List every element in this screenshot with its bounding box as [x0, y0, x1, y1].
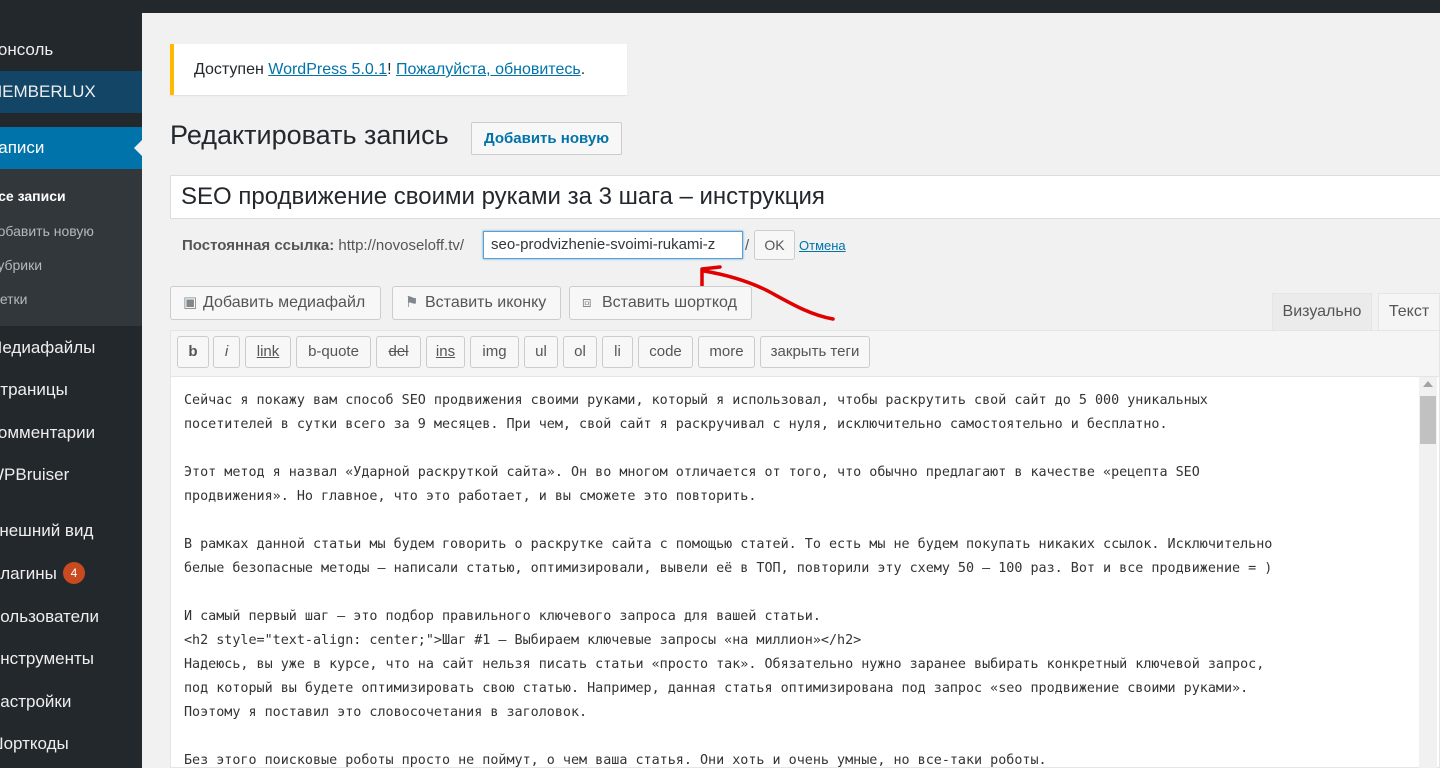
qt-ul-button[interactable]: ul — [524, 336, 558, 368]
content-editor[interactable]: Сейчас я покажу вам способ SEO продвижен… — [170, 376, 1440, 768]
editor-line: И самый первый шаг – это подбор правильн… — [184, 609, 821, 624]
menu-item-wpbruiser[interactable]: WPBruiser — [0, 454, 142, 496]
editor-line: посетителей в сутки всего за 9 месяцев. … — [184, 417, 1168, 432]
editor-content: Сейчас я покажу вам способ SEO продвижен… — [184, 389, 1409, 768]
post-title-input[interactable]: SEO продвижение своими руками за 3 шага … — [170, 175, 1440, 219]
menu-item-settings[interactable]: Настройки — [0, 681, 142, 723]
menu-label: Внешний вид — [0, 521, 94, 540]
menu-label: Комментарии — [0, 423, 96, 442]
submenu-label: Добавить новую — [0, 223, 94, 239]
button-label: Вставить иконку — [425, 294, 547, 311]
menu-item-users[interactable]: Пользователи — [0, 596, 142, 638]
notice-text: ! — [387, 61, 397, 78]
permalink-base-url: http://novoseloff.tv/ — [338, 237, 465, 254]
menu-label: WPBruiser — [0, 465, 70, 484]
qt-ol-button[interactable]: ol — [563, 336, 597, 368]
slug-cancel-link[interactable]: Отмена — [799, 236, 846, 256]
qt-img-button[interactable]: img — [470, 336, 519, 368]
editor-line: ​ — [184, 509, 1409, 533]
qt-code-button[interactable]: code — [638, 336, 693, 368]
submenu-add-new[interactable]: Добавить новую — [0, 214, 142, 248]
qt-li-button[interactable]: li — [602, 336, 633, 368]
menu-item-comments[interactable]: Комментарии — [0, 412, 142, 454]
menu-item-appearance[interactable]: Внешний вид — [0, 510, 142, 552]
button-label: Вставить шорткод — [602, 294, 737, 311]
update-count-badge: 4 — [62, 562, 85, 584]
submenu-label: Рубрики — [0, 257, 43, 273]
media-icon: ▣ — [183, 294, 198, 311]
add-new-post-button[interactable]: Добавить новую — [471, 122, 622, 155]
menu-label: Настройки — [0, 692, 72, 711]
menu-label: Пользователи — [0, 607, 99, 626]
button-label: Добавить медиафайл — [203, 294, 366, 311]
submenu-label: Все записи — [0, 188, 66, 204]
submenu-label: Метки — [0, 291, 28, 307]
menu-item-media[interactable]: Медиафайлы — [0, 327, 142, 369]
update-now-link[interactable]: Пожалуйста, обновитесь — [396, 61, 581, 78]
menu-item-tools[interactable]: Инструменты — [0, 638, 142, 680]
admin-sidebar: Консоль MEMBERLUX Записи Все записи Доба… — [0, 13, 142, 768]
editor-line: продвижения». Но главное, что это работа… — [184, 489, 757, 504]
notice-text: . — [580, 61, 586, 78]
qt-link-button[interactable]: link — [245, 336, 291, 368]
admin-bar — [0, 0, 1440, 13]
insert-icon-button[interactable]: ⚑ Вставить иконку — [392, 286, 561, 320]
qt-bquote-button[interactable]: b-quote — [296, 336, 371, 368]
submenu-tags[interactable]: Метки — [0, 282, 142, 316]
editor-line: ​ — [184, 581, 1409, 605]
menu-item-dashboard[interactable]: Консоль — [0, 29, 142, 71]
editor-line: Сейчас я покажу вам способ SEO продвижен… — [184, 393, 1208, 408]
menu-label: Шорткоды — [0, 734, 69, 753]
qt-close-tags-button[interactable]: закрыть теги — [760, 336, 870, 368]
menu-item-memberlux[interactable]: MEMBERLUX — [0, 71, 142, 113]
qt-del-button[interactable]: del — [376, 336, 421, 368]
menu-label: Плагины — [0, 564, 57, 583]
qt-more-button[interactable]: more — [698, 336, 755, 368]
flag-icon: ⚑ — [405, 294, 419, 311]
menu-label: Записи — [0, 138, 45, 157]
menu-item-plugins[interactable]: Плагины 4 — [0, 553, 142, 595]
editor-line: ​ — [184, 725, 1409, 749]
permalink-label: Постоянная ссылка: — [182, 237, 335, 254]
permalink-row: Постоянная ссылка: http://novoseloff.tv/ — [182, 231, 464, 261]
menu-label: Страницы — [0, 380, 68, 399]
editor-line: ​ — [184, 437, 1409, 461]
editor-line: под который вы будете оптимизировать сво… — [184, 681, 1249, 696]
posts-submenu: Все записи Добавить новую Рубрики Метки — [0, 169, 142, 326]
notice-text: Доступен — [194, 61, 269, 78]
wordpress-version-link[interactable]: WordPress 5.0.1 — [268, 61, 387, 78]
qt-ins-button[interactable]: ins — [426, 336, 465, 368]
editor-line: Надеюсь, вы уже в курсе, что на сайт нел… — [184, 657, 1265, 672]
editor-line: Этот метод я назвал «Ударной раскруткой … — [184, 465, 1200, 480]
menu-label: MEMBERLUX — [0, 82, 96, 101]
menu-item-pages[interactable]: Страницы — [0, 369, 142, 411]
editor-line: Поэтому я поставил это словосочетания в … — [184, 705, 588, 720]
editor-line: <h2 style="text-align: center;">Шаг #1 –… — [184, 633, 862, 648]
insert-shortcode-button[interactable]: ⧈ Вставить шорткод — [569, 286, 752, 320]
menu-item-posts[interactable]: Записи — [0, 127, 142, 169]
submenu-categories[interactable]: Рубрики — [0, 248, 142, 282]
tab-text[interactable]: Текст — [1378, 293, 1440, 331]
menu-label: Медиафайлы — [0, 338, 96, 357]
editor-line: Без этого поисковые роботы просто не пой… — [184, 753, 1047, 768]
qt-italic-button[interactable]: i — [213, 336, 240, 368]
menu-label: Инструменты — [0, 649, 95, 668]
submenu-all-posts[interactable]: Все записи — [0, 179, 142, 213]
scroll-up-arrow-icon[interactable] — [1423, 381, 1433, 387]
editor-line: В рамках данной статьи мы будем говорить… — [184, 537, 1273, 552]
scrollbar-thumb[interactable] — [1420, 396, 1436, 444]
menu-item-shortcodes[interactable]: Шорткоды — [0, 723, 142, 765]
editor-line: белые безопасные методы – написали стать… — [184, 561, 1273, 576]
tab-visual[interactable]: Визуально — [1272, 293, 1372, 331]
shortcode-icon: ⧈ — [582, 294, 592, 311]
update-notice: Доступен WordPress 5.0.1! Пожалуйста, об… — [170, 44, 627, 95]
qt-bold-button[interactable]: b — [177, 336, 209, 368]
page-title: Редактировать запись — [170, 120, 449, 150]
add-media-button[interactable]: ▣ Добавить медиафайл — [170, 286, 381, 320]
menu-label: Консоль — [0, 40, 54, 59]
